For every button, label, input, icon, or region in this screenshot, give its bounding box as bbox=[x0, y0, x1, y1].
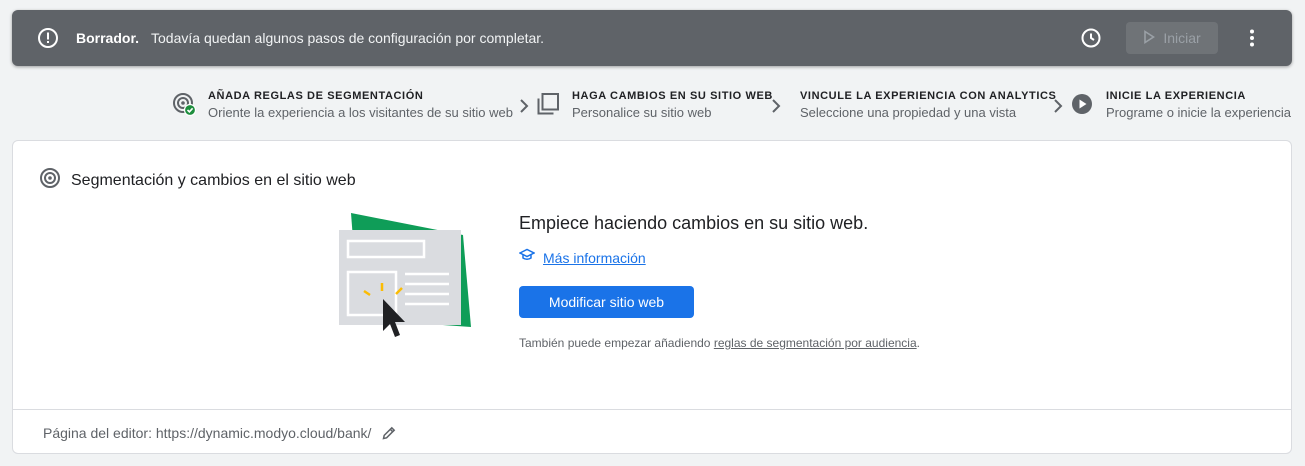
start-button[interactable]: Iniciar bbox=[1126, 22, 1218, 54]
audience-rules-link[interactable]: reglas de segmentación por audiencia bbox=[714, 336, 917, 350]
step-title: VINCULE LA EXPERIENCIA CON ANALYTICS bbox=[800, 90, 1057, 102]
editor-page-url: Página del editor: https://dynamic.modyo… bbox=[43, 425, 372, 441]
draft-message: Todavía quedan algunos pasos de configur… bbox=[151, 30, 545, 46]
alert-circle-icon bbox=[37, 27, 59, 49]
draft-banner: Borrador. Todavía quedan algunos pasos d… bbox=[12, 10, 1292, 66]
hint-prefix: También puede empezar añadiendo bbox=[519, 336, 711, 350]
chevron-right-icon bbox=[518, 96, 530, 116]
step-site-changes[interactable]: HAGA CAMBIOS EN SU SITIO WEB Personalice… bbox=[536, 88, 773, 121]
target-check-icon bbox=[172, 92, 197, 117]
start-button-label: Iniciar bbox=[1163, 30, 1201, 46]
target-icon bbox=[39, 167, 61, 194]
edit-pencil-icon[interactable] bbox=[381, 425, 397, 441]
step-start-experience[interactable]: INICIE LA EXPERIENCIA Programe o inicie … bbox=[1070, 88, 1291, 121]
play-icon bbox=[1143, 29, 1156, 47]
card-title: Segmentación y cambios en el sitio web bbox=[71, 171, 356, 189]
history-clock-icon[interactable] bbox=[1079, 26, 1103, 50]
chevron-right-icon bbox=[770, 96, 782, 116]
draft-status-label: Borrador. bbox=[76, 30, 140, 46]
step-targeting-rules[interactable]: AÑADA REGLAS DE SEGMENTACIÓN Oriente la … bbox=[172, 88, 513, 121]
step-subtitle: Seleccione una propiedad y una vista bbox=[800, 105, 1017, 120]
audience-hint: También puede empezar añadiendo reglas d… bbox=[519, 336, 1119, 350]
step-subtitle: Programe o inicie la experiencia bbox=[1106, 105, 1291, 120]
edit-website-button[interactable]: Modificar sitio web bbox=[519, 286, 694, 318]
editor-page-row: Página del editor: https://dynamic.modyo… bbox=[43, 425, 397, 441]
play-circle-icon bbox=[1070, 92, 1094, 116]
step-link-analytics[interactable]: VINCULE LA EXPERIENCIA CON ANALYTICS Sel… bbox=[800, 88, 1057, 121]
step-title: AÑADA REGLAS DE SEGMENTACIÓN bbox=[208, 90, 424, 102]
learn-more-link[interactable]: Más información bbox=[543, 250, 646, 266]
learn-more-row: Más información bbox=[518, 248, 1119, 267]
step-title: INICIE LA EXPERIENCIA bbox=[1106, 90, 1246, 102]
step-title: HAGA CAMBIOS EN SU SITIO WEB bbox=[572, 90, 773, 102]
card-divider bbox=[13, 409, 1291, 410]
hint-suffix: . bbox=[916, 336, 920, 350]
step-subtitle: Oriente la experiencia a los visitantes … bbox=[208, 105, 513, 120]
chevron-right-icon bbox=[1052, 96, 1064, 116]
pages-icon bbox=[536, 92, 560, 116]
card-content: Empiece haciendo cambios en su sitio web… bbox=[518, 213, 1119, 350]
more-vert-icon[interactable] bbox=[1240, 26, 1264, 50]
step-subtitle: Personalice su sitio web bbox=[572, 105, 712, 120]
website-editor-illustration bbox=[339, 213, 473, 341]
targeting-changes-card: Segmentación y cambios en el sitio web E… bbox=[12, 140, 1292, 454]
setup-stepper: AÑADA REGLAS DE SEGMENTACIÓN Oriente la … bbox=[0, 88, 1305, 124]
empty-state-headline: Empiece haciendo cambios en su sitio web… bbox=[519, 213, 869, 233]
card-header: Segmentación y cambios en el sitio web bbox=[39, 167, 356, 194]
school-icon bbox=[518, 248, 536, 267]
